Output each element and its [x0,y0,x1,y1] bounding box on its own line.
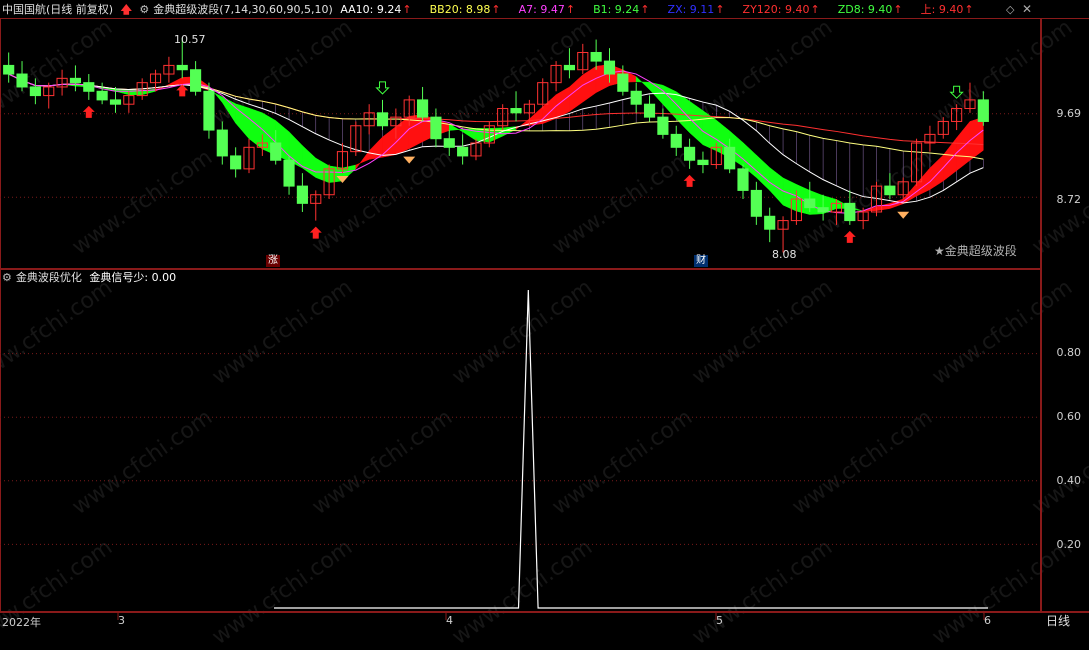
y-tick-main-2: 8.72 [1057,193,1082,206]
ma-line-30 [9,74,984,159]
x-label-year: 2022年 [2,614,41,630]
x-label-may: 5 [716,614,723,627]
candle-body [177,65,187,69]
signal-line [274,290,988,608]
candle-body [591,52,601,61]
candle-body [631,91,641,104]
candle-body [805,199,815,208]
buy-arrow-icon [83,106,95,118]
buy-arrow-icon [310,227,322,239]
brand-label: ★金典超级波段 [934,242,1017,259]
candle-body [604,61,614,74]
candle-body [698,160,708,164]
y-tick-sub-1: 0.80 [1057,346,1082,359]
candle-body [751,190,761,216]
candle-body [564,65,574,69]
candle-body [84,83,94,92]
candle-body [271,143,281,160]
wave-ribbon [690,101,703,145]
tag-zhang[interactable]: 涨 [266,255,280,267]
candle-body [204,91,214,130]
candle-body [217,130,227,156]
candle-body [685,147,695,160]
price-chart[interactable] [0,0,1089,631]
candle-body [885,186,895,195]
sell-arrow-icon [951,86,963,98]
candle-body [818,208,828,212]
wave-ribbon [302,146,315,178]
ma-line-7 [9,71,984,213]
tag-cai[interactable]: 财 [694,255,708,267]
high-price-label: 10.57 [174,33,206,46]
candle-body [97,91,107,100]
candle-body [978,100,988,122]
candle-body [297,186,307,203]
candle-body [725,147,735,169]
x-axis-bar [0,612,1089,632]
x-label-jun: 6 [984,614,991,627]
candle-body [70,78,80,82]
candle-body [191,70,201,92]
candle-body [644,104,654,117]
x-label-mar: 3 [118,614,125,627]
y-tick-sub-4: 0.20 [1057,538,1082,551]
candle-body [284,160,294,186]
y-tick-sub-3: 0.40 [1057,474,1082,487]
candle-body [618,74,628,91]
candle-body [17,74,27,87]
wave-ribbon [222,97,235,123]
wave-ribbon [943,138,956,181]
wave-ribbon [316,158,329,183]
wave-ribbon [636,77,649,90]
candle-body [458,147,468,156]
candle-body [231,156,241,169]
candle-body [671,134,681,147]
candle-body [738,169,748,191]
sell-arrow-icon [377,82,389,94]
y-tick-main-1: 9.69 [1057,107,1082,120]
candle-body [30,87,40,96]
candle-body [431,117,441,139]
candle-body [377,113,387,126]
candle-body [444,139,454,148]
candle-body [845,203,855,220]
candle-body [4,65,14,74]
y-tick-sub-2: 0.60 [1057,410,1082,423]
buy-arrow-icon [176,84,188,96]
buy-arrow-icon [684,175,696,187]
x-label-apr: 4 [446,614,453,627]
candle-body [765,216,775,229]
buy-arrow-icon [844,231,856,243]
candle-body [511,109,521,113]
wave-ribbon [930,155,943,189]
wave-ribbon [569,75,582,112]
wave-ribbon [877,203,890,210]
candle-body [417,100,427,117]
candle-body [110,100,120,104]
period-button[interactable]: 日线 [1046,612,1070,629]
diamond-gem-icon [403,157,415,164]
candle-body [658,117,668,134]
low-price-label: 8.08 [772,248,797,261]
wave-ribbon [783,178,796,211]
diamond-gem-icon [897,212,909,219]
